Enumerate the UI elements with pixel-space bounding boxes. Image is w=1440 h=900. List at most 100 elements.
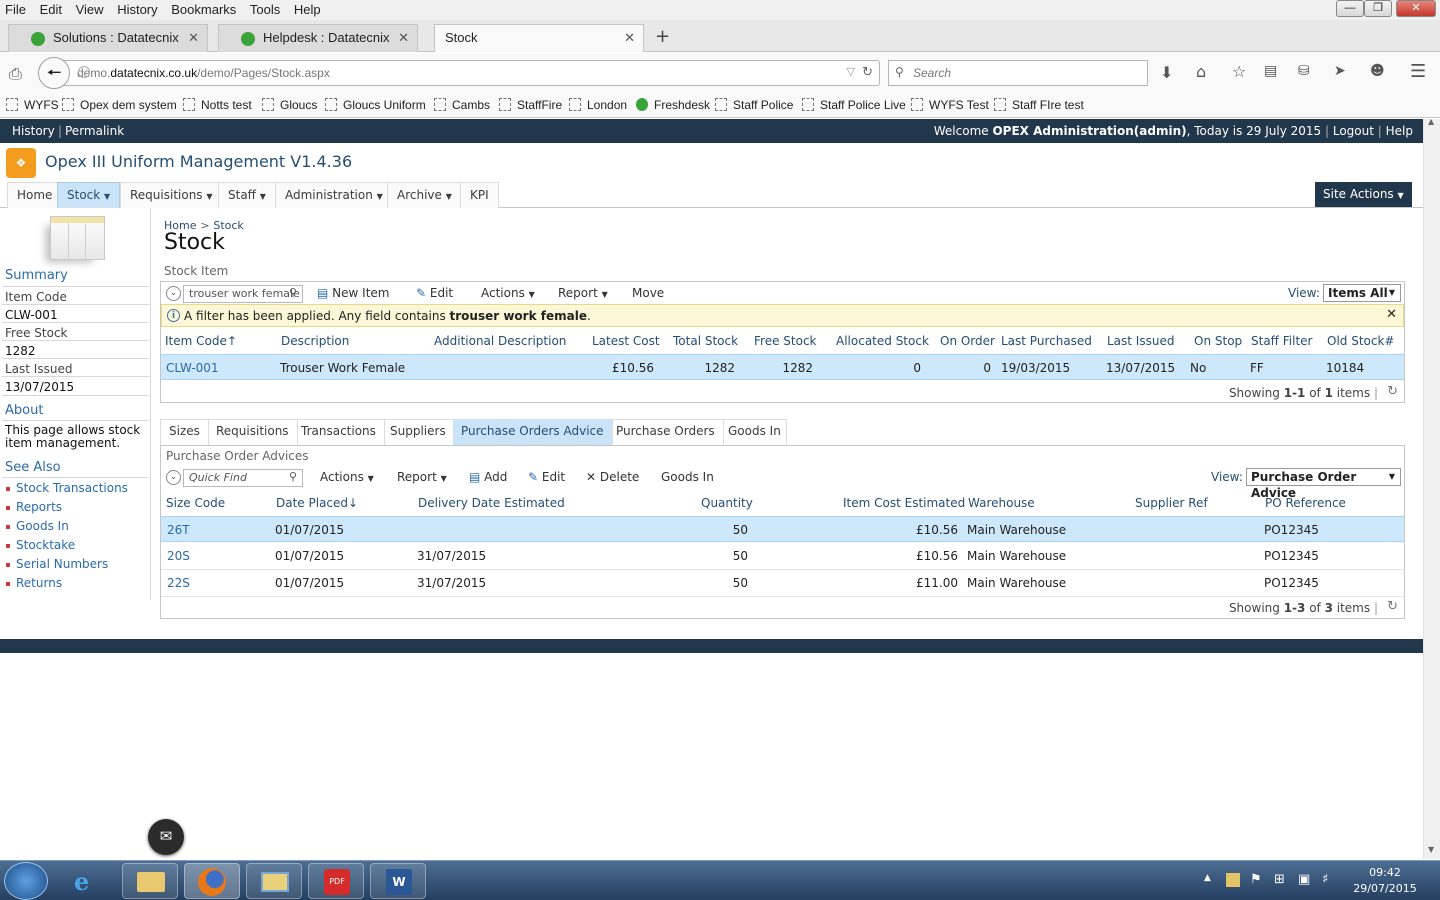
tab-goods-in[interactable]: Goods In [720,419,789,445]
page-scrollbar[interactable]: ▲ ▼ [1423,117,1440,859]
tray-expand-icon[interactable]: ▲ [1204,873,1211,883]
quick-find-input[interactable]: Quick Find [183,469,303,487]
tray-windows-icon[interactable]: ⊞ [1274,872,1285,887]
nav-kpi[interactable]: KPI [460,182,499,208]
bookmark-london[interactable]: London [569,98,627,112]
table-row[interactable]: 22S 01/07/2015 31/07/2015 50 £11.00 Main… [161,570,1404,596]
minimize-button[interactable]: — [1336,0,1364,17]
table-row[interactable]: CLW-001 Trouser Work Female £10.56 1282 … [161,354,1404,380]
bookmark-staff-fire-test[interactable]: Staff FIre test [994,98,1084,112]
browser-tab-stock[interactable]: Stock ✕ [434,24,644,52]
tab-requisitions[interactable]: Requisitions [208,419,298,445]
delete-button[interactable]: ✕ Delete [586,470,639,484]
mail-icon[interactable]: ✉ [148,819,184,855]
back-button[interactable]: 🠔 [38,57,70,89]
tray-flag-icon[interactable]: ⚑ [1250,872,1262,887]
restore-button[interactable]: ❐ [1364,0,1392,17]
col-header-warehouse[interactable]: Warehouse [968,496,1035,510]
site-info-icon[interactable] [78,66,90,78]
link-reports[interactable]: Reports [5,500,62,514]
tab-transactions[interactable]: Transactions [293,419,385,445]
dropdown-arrow-icon[interactable]: ▽ [847,65,855,78]
close-tab-icon[interactable]: ✕ [624,25,635,51]
bookmark-gloucs-uniform[interactable]: Gloucs Uniform [325,98,426,112]
table-row[interactable]: 20S 01/07/2015 31/07/2015 50 £10.56 Main… [161,543,1404,569]
col-header-delivery-date-estimated[interactable]: Delivery Date Estimated [418,496,565,510]
add-button[interactable]: ▤ Add [469,470,507,484]
nav-archive[interactable]: Archive ▼ [387,182,462,208]
col-header-on-order[interactable]: On Order [940,334,995,348]
actions-menu[interactable]: Actions ▼ [320,470,374,484]
print-icon[interactable]: ⎙ [9,64,22,84]
actions-menu[interactable]: Actions ▼ [481,286,535,300]
menu-help[interactable]: Help [289,0,326,17]
bookmark-star-icon[interactable]: ☆ [1232,62,1246,81]
col-header-additional-description[interactable]: Additional Description [434,334,566,348]
tab-purchase-orders-advice[interactable]: Purchase Orders Advice [453,419,613,445]
col-header-total-stock[interactable]: Total Stock [673,334,738,348]
bookmark-stafffire[interactable]: StaffFire [499,98,562,112]
goods-in-button[interactable]: Goods In [661,470,714,484]
link-stocktake[interactable]: Stocktake [5,538,75,552]
reload-icon[interactable]: ↻ [862,65,873,80]
search-icon[interactable]: ⚲ [289,286,297,299]
cell-size-code[interactable]: 26T [167,523,190,537]
hamburger-menu-icon[interactable]: ☰ [1410,61,1426,82]
bookmark-notts-test[interactable]: Notts test [183,98,252,112]
report-menu[interactable]: Report ▼ [558,286,608,300]
bookmark-staff-police-live[interactable]: Staff Police Live [802,98,906,112]
menu-edit[interactable]: Edit [35,0,67,17]
menu-bookmarks[interactable]: Bookmarks [166,0,241,17]
pocket-icon[interactable]: ⛁ [1298,63,1310,79]
nav-requisitions[interactable]: Requisitions ▼ [120,182,223,208]
tray-folder-icon[interactable] [1226,873,1240,887]
menu-history[interactable]: History [112,0,162,17]
tray-network-icon[interactable]: ▣ [1298,872,1310,887]
nav-stock[interactable]: Stock ▼ [57,182,121,208]
scroll-up-icon[interactable]: ▲ [1428,117,1434,126]
edit-button[interactable]: ✎ Edit [416,286,453,300]
close-tab-icon[interactable]: ✕ [398,25,409,51]
col-header-last-purchased[interactable]: Last Purchased [1001,334,1092,348]
send-icon[interactable]: ➤ [1334,63,1346,79]
cell-size-code[interactable]: 20S [167,549,190,563]
col-header-free-stock[interactable]: Free Stock [754,334,817,348]
site-actions-button[interactable]: Site Actions ▼ [1315,182,1412,207]
bookmark-wyfs-test[interactable]: WYFS Test [911,98,989,112]
bookmark-cambs[interactable]: Cambs [434,98,490,112]
edit-button[interactable]: ✎ Edit [528,470,565,484]
col-header-old-stock[interactable]: Old Stock# [1327,334,1394,348]
windows-start-icon[interactable] [4,862,48,900]
tray-volume-icon[interactable]: ♯ [1322,872,1328,887]
expand-toggle-icon[interactable]: ⌄ [166,286,181,301]
bookmark-gloucs[interactable]: Gloucs [262,98,317,112]
expand-toggle-icon[interactable]: ⌄ [166,470,181,485]
welcome-user[interactable]: OPEX Administration(admin) [992,124,1186,138]
link-stock-transactions[interactable]: Stock Transactions [6,481,128,495]
tab-purchase-orders[interactable]: Purchase Orders [608,419,724,445]
tab-suppliers[interactable]: Suppliers [382,419,455,445]
col-header-supplier-ref[interactable]: Supplier Ref [1135,496,1208,510]
view-select[interactable]: Items All ▼ [1323,284,1401,302]
download-icon[interactable]: ⬇ [1160,63,1173,82]
permalink-link[interactable]: Permalink [65,124,124,138]
new-item-button[interactable]: ▤ New Item [317,286,389,300]
url-bar[interactable]: demo.datatecnix.co.uk/demo/Pages/Stock.a… [40,60,880,86]
col-header-quantity[interactable]: Quantity [701,496,753,510]
col-header-po-reference[interactable]: PO Reference [1265,496,1346,510]
home-icon[interactable]: ⌂ [1196,62,1206,81]
col-header-description[interactable]: Description [281,334,349,348]
col-header-last-issued[interactable]: Last Issued [1107,334,1174,348]
menu-file[interactable]: File [0,0,31,17]
col-header-staff-filter[interactable]: Staff Filter [1251,334,1312,348]
bookmark-staff-police[interactable]: Staff Police [715,98,793,112]
col-header-item-code[interactable]: Item Code↑ [165,334,237,348]
bookmark-freshdesk[interactable]: Freshdesk [636,98,710,112]
bookmark-wyfs[interactable]: WYFS [6,98,59,112]
view-select[interactable]: Purchase Order Advice ▼ [1246,468,1401,500]
word-icon[interactable]: W [370,863,426,899]
link-serial-numbers[interactable]: Serial Numbers [5,557,108,571]
scroll-down-icon[interactable]: ▼ [1428,845,1434,854]
col-header-on-stop[interactable]: On Stop [1194,334,1242,348]
report-menu[interactable]: Report ▼ [397,470,447,484]
